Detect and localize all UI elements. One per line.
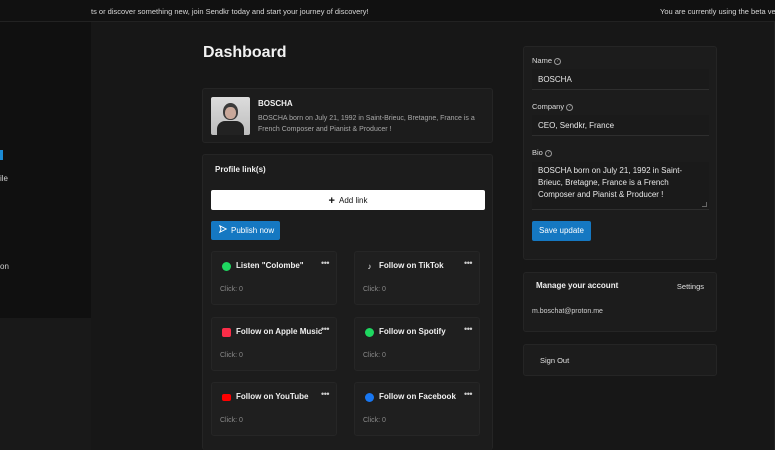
sidebar-item-label: ile: [0, 174, 9, 183]
page-title: Dashboard: [203, 44, 287, 61]
profile-card: BOSCHA BOSCHA born on July 21, 1992 in S…: [202, 88, 493, 143]
link-title: Listen "Colombe": [236, 261, 304, 270]
link-title: Follow on TikTok: [379, 261, 444, 270]
spotify-icon: [222, 262, 231, 271]
sidebar-item-dashboard[interactable]: l: [0, 149, 2, 158]
link-click-count: Click: 0: [363, 286, 386, 293]
publish-now-label: Publish now: [231, 226, 275, 235]
more-options-icon[interactable]: •••: [321, 258, 329, 268]
bio-textarea[interactable]: BOSCHA born on July 21, 1992 in Saint-Br…: [532, 162, 709, 210]
more-options-icon[interactable]: •••: [464, 258, 472, 268]
youtube-icon: [222, 394, 231, 401]
bio-textarea-text: BOSCHA born on July 21, 1992 in Saint-Br…: [538, 166, 683, 199]
settings-link[interactable]: Settings: [677, 282, 704, 291]
save-update-button[interactable]: Save update: [532, 221, 591, 241]
link-item[interactable]: Follow on Facebook ••• Click: 0: [354, 382, 480, 436]
plus-icon: +: [328, 195, 335, 207]
send-icon: [218, 221, 228, 240]
add-link-label: Add link: [338, 196, 368, 205]
help-icon[interactable]: ?: [544, 149, 552, 157]
more-options-icon[interactable]: •••: [464, 389, 472, 399]
link-item[interactable]: Follow on Spotify ••• Click: 0: [354, 317, 480, 371]
link-click-count: Click: 0: [220, 352, 243, 359]
company-label: Company?: [532, 102, 574, 111]
spotify-icon: [365, 328, 374, 337]
more-options-icon[interactable]: •••: [321, 324, 329, 334]
link-title: Follow on Apple Music: [236, 327, 323, 336]
beta-notice: You are currently using the beta version: [660, 7, 775, 16]
link-title: Follow on Facebook: [379, 392, 456, 401]
link-item[interactable]: Follow on Apple Music ••• Click: 0: [211, 317, 337, 371]
link-item[interactable]: ♪ Follow on TikTok ••• Click: 0: [354, 251, 480, 305]
link-click-count: Click: 0: [363, 352, 386, 359]
account-email: m.boschat@proton.me: [532, 308, 603, 315]
top-banner: ts or discover something new, join Sendk…: [0, 0, 775, 22]
link-item[interactable]: Follow on YouTube ••• Click: 0: [211, 382, 337, 436]
avatar: [211, 97, 250, 135]
banner-marquee-text: ts or discover something new, join Sendk…: [91, 7, 369, 16]
link-item[interactable]: Listen "Colombe" ••• Click: 0: [211, 251, 337, 305]
more-options-icon[interactable]: •••: [464, 324, 472, 334]
link-click-count: Click: 0: [220, 417, 243, 424]
name-field[interactable]: BOSCHA: [532, 69, 709, 90]
help-icon[interactable]: ?: [554, 57, 562, 65]
bio-label-text: Bio: [532, 148, 543, 157]
sidebar-item-profile[interactable]: ile: [0, 174, 8, 183]
link-click-count: Click: 0: [363, 417, 386, 424]
link-title: Follow on YouTube: [236, 392, 309, 401]
link-click-count: Click: 0: [220, 286, 243, 293]
add-link-button[interactable]: + Add link: [211, 190, 485, 210]
manage-account-title: Manage your account: [536, 281, 619, 290]
help-icon[interactable]: ?: [566, 103, 574, 111]
profile-name: BOSCHA: [258, 99, 293, 108]
profile-form-card: Name? BOSCHA Company? CEO, Sendkr, Franc…: [523, 46, 717, 260]
sidebar-item-other[interactable]: on: [0, 262, 9, 271]
more-options-icon[interactable]: •••: [321, 389, 329, 399]
resize-handle-icon[interactable]: [702, 202, 707, 207]
sidebar-item-label: l: [0, 149, 2, 158]
manage-account-card: Manage your account Settings m.boschat@p…: [523, 272, 717, 332]
apple-music-icon: [222, 328, 231, 337]
name-label-text: Name: [532, 56, 553, 65]
facebook-icon: [365, 393, 374, 402]
company-label-text: Company: [532, 102, 565, 111]
company-field[interactable]: CEO, Sendkr, France: [532, 115, 709, 136]
sidebar: l ile on: [0, 22, 91, 450]
sidebar-item-label: on: [0, 262, 9, 271]
name-label: Name?: [532, 56, 562, 65]
publish-now-button[interactable]: Publish now: [211, 221, 280, 240]
profile-links-title: Profile link(s): [215, 165, 266, 174]
bio-label: Bio?: [532, 148, 552, 157]
signout-card[interactable]: Sign Out: [523, 344, 717, 376]
profile-links-card: Profile link(s) + Add link Publish now Li…: [202, 154, 493, 450]
profile-bio: BOSCHA born on July 21, 1992 in Saint-Br…: [258, 115, 475, 133]
sign-out-button[interactable]: Sign Out: [540, 356, 569, 365]
sidebar-footer: [0, 318, 91, 450]
tiktok-icon: ♪: [367, 262, 372, 271]
link-title: Follow on Spotify: [379, 327, 446, 336]
